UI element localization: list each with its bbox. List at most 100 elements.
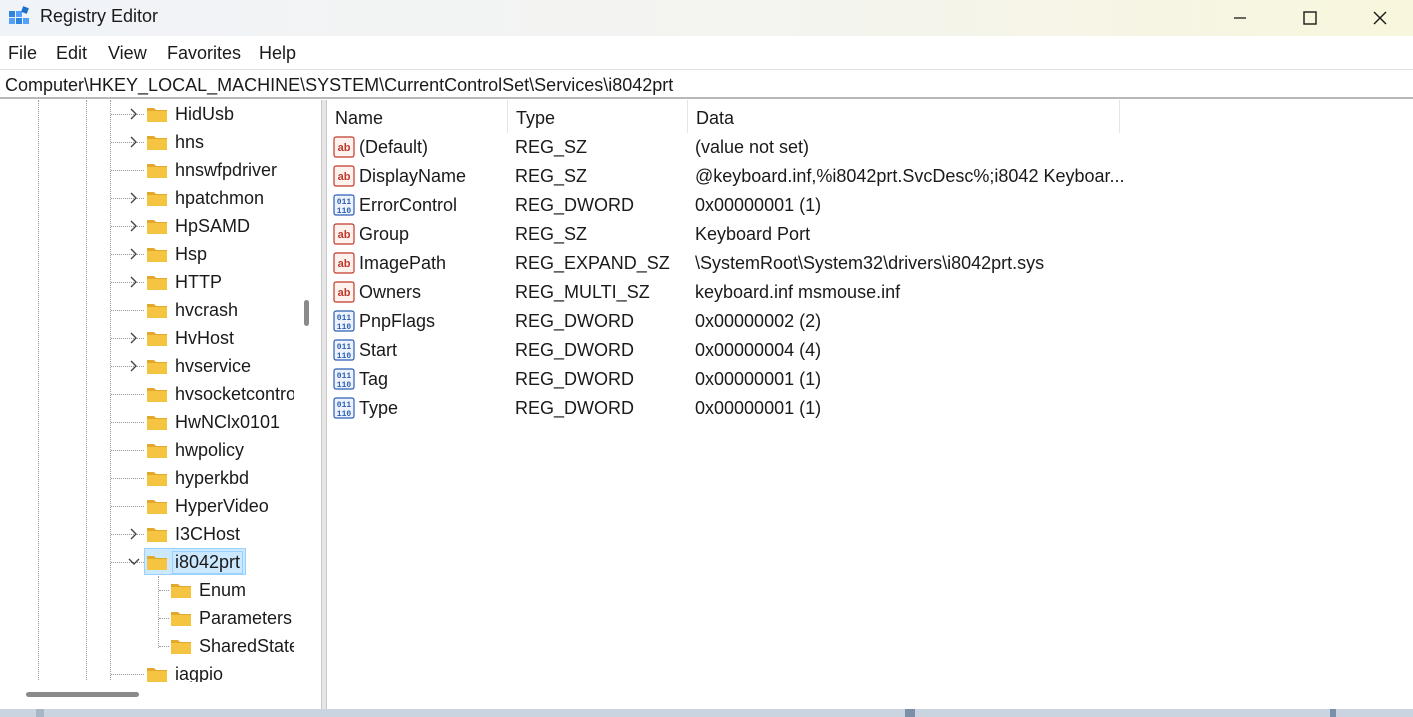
chevron-right-icon[interactable] xyxy=(127,191,141,205)
close-button[interactable] xyxy=(1345,0,1413,36)
value-name: PnpFlags xyxy=(359,311,436,331)
tree-connector xyxy=(111,170,144,171)
title-bar: Registry Editor xyxy=(0,0,1413,36)
value-row[interactable]: 011 110 ErrorControl REG_DWORD 0x00000001 (1… xyxy=(327,191,1413,220)
value-row[interactable]: ab DisplayName REG_SZ @keyboard.inf,%i8042p… xyxy=(327,162,1413,191)
value-row[interactable]: ab Group REG_SZ Keyboard Port xyxy=(327,220,1413,249)
maximize-button[interactable] xyxy=(1275,0,1345,36)
tree-connector xyxy=(111,506,144,507)
tree-item-label: hvcrash xyxy=(175,300,239,320)
string-value-icon: ab xyxy=(333,165,355,187)
folder-icon xyxy=(147,192,167,206)
value-type: REG_DWORD xyxy=(515,340,635,360)
minimize-button[interactable] xyxy=(1205,0,1275,36)
tree-horizontal-scrollbar[interactable] xyxy=(0,682,321,709)
tree-item[interactable]: Hsp xyxy=(0,240,300,268)
tree-item-label: HidUsb xyxy=(175,104,235,124)
values-pane[interactable]: Name Type Data ab (Default) REG_SZ (value n… xyxy=(327,100,1413,709)
tree-item-label: hyperkbd xyxy=(175,468,250,488)
folder-icon xyxy=(147,500,167,514)
svg-text:ab: ab xyxy=(338,287,351,299)
value-row[interactable]: 011 110 Tag REG_DWORD 0x00000001 (1) xyxy=(327,365,1413,394)
tree-item-label: Enum xyxy=(199,580,247,600)
chevron-right-icon[interactable] xyxy=(127,107,141,121)
tree-item[interactable]: hvcrash xyxy=(0,296,300,324)
chevron-right-icon[interactable] xyxy=(127,275,141,289)
svg-text:110: 110 xyxy=(337,207,352,216)
tree-item[interactable]: I3CHost xyxy=(0,520,300,548)
tree-item-label: i8042prt xyxy=(172,551,244,574)
tree-item[interactable]: Parameters xyxy=(0,604,300,632)
value-row[interactable]: 011 110 Start REG_DWORD 0x00000004 (4) xyxy=(327,336,1413,365)
menu-help[interactable]: Help xyxy=(259,43,296,64)
binary-value-icon: 011110 xyxy=(333,368,355,390)
tree-item-label: Parameters xyxy=(199,608,293,628)
tree-item[interactable]: hwpolicy xyxy=(0,436,300,464)
chevron-right-icon[interactable] xyxy=(127,331,141,345)
chevron-down-icon[interactable] xyxy=(127,555,141,569)
address-path[interactable]: Computer\HKEY_LOCAL_MACHINE\SYSTEM\Curre… xyxy=(5,75,673,96)
value-data: \SystemRoot\System32\drivers\i8042prt.sy… xyxy=(695,253,1045,273)
value-row[interactable]: ab Owners REG_MULTI_SZ keyboard.inf msmouse… xyxy=(327,278,1413,307)
tree-horizontal-scroll-thumb[interactable] xyxy=(26,692,139,697)
tree-item[interactable]: SharedState xyxy=(0,632,300,660)
tree-vertical-scrollbar[interactable] xyxy=(294,100,320,682)
tree-item[interactable]: HyperVideo xyxy=(0,492,300,520)
column-header-name[interactable]: Name xyxy=(327,100,508,133)
chevron-right-icon[interactable] xyxy=(127,359,141,373)
value-type: REG_EXPAND_SZ xyxy=(515,253,670,273)
tree-item[interactable]: hns xyxy=(0,128,300,156)
tree-item[interactable]: hyperkbd xyxy=(0,464,300,492)
tree-item-label: hpatchmon xyxy=(175,188,265,208)
tree-connector xyxy=(111,394,144,395)
menu-edit[interactable]: Edit xyxy=(56,43,87,64)
tree-item[interactable]: hvservice xyxy=(0,352,300,380)
tree-connector xyxy=(111,674,144,675)
minimize-icon xyxy=(1234,17,1246,19)
tree-item[interactable]: HvHost xyxy=(0,324,300,352)
menu-file[interactable]: File xyxy=(8,43,37,64)
binary-value-icon: 011110 xyxy=(333,310,355,332)
address-bar[interactable]: Computer\HKEY_LOCAL_MACHINE\SYSTEM\Curre… xyxy=(0,69,1413,99)
value-name: Tag xyxy=(359,369,389,389)
value-row[interactable]: 011 110 Type REG_DWORD 0x00000001 (1) xyxy=(327,394,1413,423)
chevron-right-icon[interactable] xyxy=(127,247,141,261)
tree-item[interactable]: hnswfpdriver xyxy=(0,156,300,184)
column-header-data[interactable]: Data xyxy=(688,100,1120,133)
tree-item[interactable]: HidUsb xyxy=(0,100,300,128)
tree-vertical-scroll-thumb[interactable] xyxy=(304,300,309,326)
svg-text:110: 110 xyxy=(337,352,352,361)
tree-item[interactable]: hvsocketcontrol xyxy=(0,380,300,408)
value-row[interactable]: ab (Default) REG_SZ (value not set) xyxy=(327,133,1413,162)
folder-icon xyxy=(147,248,167,262)
tree-item[interactable]: i8042prt xyxy=(0,548,300,576)
close-icon xyxy=(1373,11,1387,25)
column-header-type[interactable]: Type xyxy=(508,100,688,133)
menu-favorites[interactable]: Favorites xyxy=(167,43,241,64)
tree-item[interactable]: HpSAMD xyxy=(0,212,300,240)
value-name: (Default) xyxy=(359,137,429,157)
folder-icon xyxy=(147,220,167,234)
chevron-right-icon[interactable] xyxy=(127,219,141,233)
string-value-icon: ab xyxy=(333,223,355,245)
window-title: Registry Editor xyxy=(40,6,159,26)
tree-item[interactable]: Enum xyxy=(0,576,300,604)
menu-view[interactable]: View xyxy=(108,43,147,64)
tree-item-label: HvHost xyxy=(175,328,235,348)
tree-item[interactable]: hpatchmon xyxy=(0,184,300,212)
key-tree-pane[interactable]: HidUsb hns hnswfpdriver hpatchmon HpSAMD Hsp H… xyxy=(0,100,321,709)
tree-item[interactable]: HwNClx0101 xyxy=(0,408,300,436)
svg-text:011: 011 xyxy=(337,314,352,323)
chevron-right-icon[interactable] xyxy=(127,527,141,541)
bottom-edge xyxy=(0,709,1413,717)
value-name: ImagePath xyxy=(359,253,447,273)
string-value-icon: ab xyxy=(333,136,355,158)
value-row[interactable]: 011 110 PnpFlags REG_DWORD 0x00000002 (2) xyxy=(327,307,1413,336)
value-row[interactable]: ab ImagePath REG_EXPAND_SZ \SystemRoot\Syst… xyxy=(327,249,1413,278)
tree-item[interactable]: HTTP xyxy=(0,268,300,296)
svg-text:011: 011 xyxy=(337,198,352,207)
chevron-right-icon[interactable] xyxy=(127,135,141,149)
svg-text:ab: ab xyxy=(338,171,351,183)
value-type: REG_SZ xyxy=(515,166,588,186)
folder-icon xyxy=(171,584,191,598)
